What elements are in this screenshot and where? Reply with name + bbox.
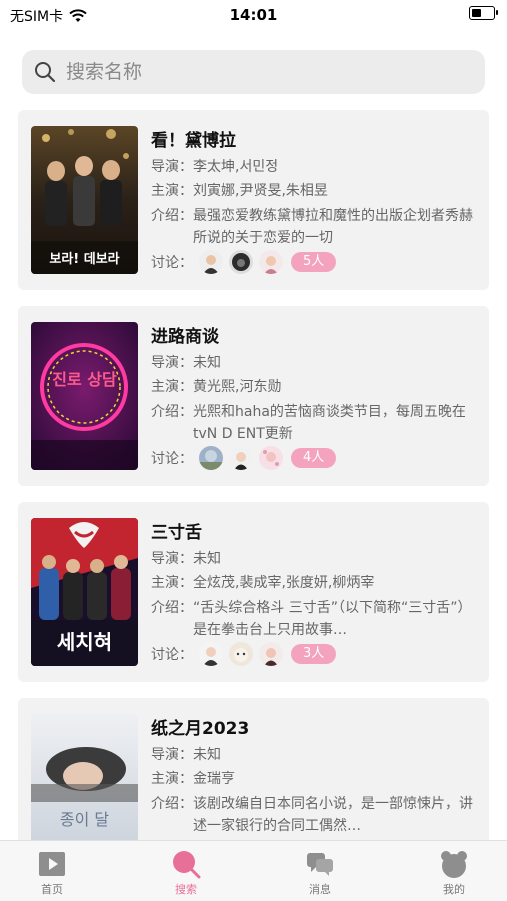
- cast-value: 刘寅娜,尹贤旻,朱相昱: [193, 183, 328, 199]
- intro-value: 该剧改编自日本同名小说，是一部惊悚片，讲述一家银行的合同工偶然…: [193, 796, 473, 834]
- avatar[interactable]: [229, 250, 253, 274]
- director-value: 李太坤,서민정: [193, 159, 279, 175]
- intro-label: 介绍：: [151, 208, 193, 224]
- discuss-count-badge: 4人: [291, 448, 337, 468]
- director-row: 导演：未知: [151, 744, 477, 766]
- battery-icon: [469, 6, 498, 20]
- discuss-count-badge: 3人: [291, 644, 337, 664]
- director-label: 导演：: [151, 551, 193, 567]
- intro-label: 介绍：: [151, 796, 193, 812]
- show-poster: 진로 상담: [31, 322, 138, 470]
- director-label: 导演：: [151, 159, 193, 175]
- tab-label: 我的: [443, 883, 465, 896]
- director-value: 未知: [193, 355, 221, 371]
- play-icon: [39, 852, 65, 876]
- cast-row: 主演：刘寅娜,尹贤旻,朱相昱: [151, 180, 477, 202]
- tab-profile[interactable]: 我的: [414, 849, 494, 897]
- intro-row: 介绍： “舌头综合格斗 三寸舌”（以下简称“三寸舌”）是在拳击台上只用故事…: [151, 597, 477, 641]
- avatar[interactable]: [259, 446, 283, 470]
- intro-row: 介绍： 该剧改编自日本同名小说，是一部惊悚片，讲述一家银行的合同工偶然…: [151, 793, 477, 837]
- avatar[interactable]: [199, 250, 223, 274]
- cast-row: 主演：金瑞亨: [151, 768, 477, 790]
- cast-value: 金瑞亨: [193, 771, 235, 787]
- tab-home[interactable]: 首页: [12, 849, 92, 897]
- bottom-tab-bar: 首页 搜索 消息 我的: [0, 840, 507, 901]
- avatar[interactable]: [199, 642, 223, 666]
- discuss-label: 讨论：: [151, 255, 193, 271]
- show-title: 三寸舌: [151, 523, 202, 543]
- cast-label: 主演：: [151, 183, 193, 199]
- avatar[interactable]: [259, 642, 283, 666]
- search-bar[interactable]: [22, 50, 485, 94]
- intro-value: “舌头综合格斗 三寸舌”（以下简称“三寸舌”）是在拳击台上只用故事…: [193, 600, 472, 638]
- show-card[interactable]: 종이 달 纸之月2023 导演：未知 主演：金瑞亨 介绍： 该剧改编自日本同名小说…: [18, 698, 489, 840]
- intro-label: 介绍：: [151, 404, 193, 420]
- director-value: 未知: [193, 551, 221, 567]
- tab-label: 搜索: [175, 883, 197, 896]
- director-label: 导演：: [151, 355, 193, 371]
- bear-icon: [441, 851, 467, 878]
- battery-fill: [472, 9, 481, 17]
- discuss-label: 讨论：: [151, 451, 193, 467]
- poster-title: 보라! 데보라: [49, 252, 120, 267]
- status-time: 14:01: [229, 6, 278, 24]
- show-poster: 보라! 데보라: [31, 126, 138, 274]
- show-card[interactable]: 진로 상담 进路商谈 导演：未知 主演：黄光熙,河东勋 介绍： 光熙和haha的苦…: [18, 306, 489, 486]
- intro-label: 介绍：: [151, 600, 193, 616]
- cast-row: 主演：黄光熙,河东勋: [151, 376, 477, 398]
- poster-title: 종이 달: [59, 810, 110, 829]
- cast-label: 主演：: [151, 379, 193, 395]
- discuss-count-badge: 5人: [291, 252, 337, 272]
- discuss-row[interactable]: 讨论： 5人: [151, 250, 337, 274]
- tab-label: 首页: [41, 883, 63, 896]
- show-title: 看！黛博拉: [151, 131, 236, 151]
- poster-title: 세치혀: [56, 630, 113, 654]
- intro-value: 最强恋爱教练黛博拉和魔性的出版企划者秀赫所说的关于恋爱的一切: [193, 208, 473, 246]
- chat-icon: [307, 853, 333, 876]
- avatar[interactable]: [199, 446, 223, 470]
- search-icon: [173, 851, 201, 879]
- cast-label: 主演：: [151, 771, 193, 787]
- cast-label: 主演：: [151, 575, 193, 591]
- show-card[interactable]: 세치혀 三寸舌 导演：未知 主演：全炫茂,裴成宰,张度妍,柳炳宰 介绍： “舌头综…: [18, 502, 489, 682]
- director-value: 未知: [193, 747, 221, 763]
- director-row: 导演：李太坤,서민정: [151, 156, 477, 178]
- avatar[interactable]: [229, 446, 253, 470]
- tab-search[interactable]: 搜索: [146, 849, 226, 897]
- status-bar: 无SIM卡 14:01: [0, 0, 507, 30]
- intro-value: 光熙和haha的苦恼商谈类节目，每周五晚在tvN D ENT更新: [193, 404, 466, 442]
- intro-row: 介绍： 光熙和haha的苦恼商谈类节目，每周五晚在tvN D ENT更新: [151, 401, 477, 445]
- cast-value: 全炫茂,裴成宰,张度妍,柳炳宰: [193, 575, 375, 591]
- search-input[interactable]: [64, 60, 448, 84]
- show-title: 进路商谈: [151, 327, 219, 347]
- show-poster: 세치혀: [31, 518, 138, 666]
- intro-row: 介绍： 最强恋爱教练黛博拉和魔性的出版企划者秀赫所说的关于恋爱的一切: [151, 205, 477, 249]
- discuss-row[interactable]: 讨论： 4人: [151, 446, 337, 470]
- cast-row: 主演：全炫茂,裴成宰,张度妍,柳炳宰: [151, 572, 477, 594]
- poster-image: [31, 322, 138, 470]
- avatar[interactable]: [229, 642, 253, 666]
- avatar[interactable]: [259, 250, 283, 274]
- cast-value: 黄光熙,河东勋: [193, 379, 282, 395]
- discuss-row[interactable]: 讨论： 3人: [151, 642, 337, 666]
- director-row: 导演：未知: [151, 548, 477, 570]
- director-row: 导演：未知: [151, 352, 477, 374]
- director-label: 导演：: [151, 747, 193, 763]
- discuss-label: 讨论：: [151, 647, 193, 663]
- show-list[interactable]: 보라! 데보라 看！黛博拉 导演：李太坤,서민정 主演：刘寅娜,尹贤旻,朱相昱 …: [18, 110, 489, 840]
- search-icon: [35, 62, 56, 83]
- tab-label: 消息: [309, 883, 331, 896]
- tab-messages[interactable]: 消息: [280, 849, 360, 897]
- poster-title: 진로 상담: [52, 370, 117, 389]
- battery-indicator: [469, 6, 498, 20]
- show-poster: 종이 달: [31, 714, 138, 840]
- show-card[interactable]: 보라! 데보라 看！黛博拉 导演：李太坤,서민정 主演：刘寅娜,尹贤旻,朱相昱 …: [18, 110, 489, 290]
- show-title: 纸之月2023: [151, 719, 250, 739]
